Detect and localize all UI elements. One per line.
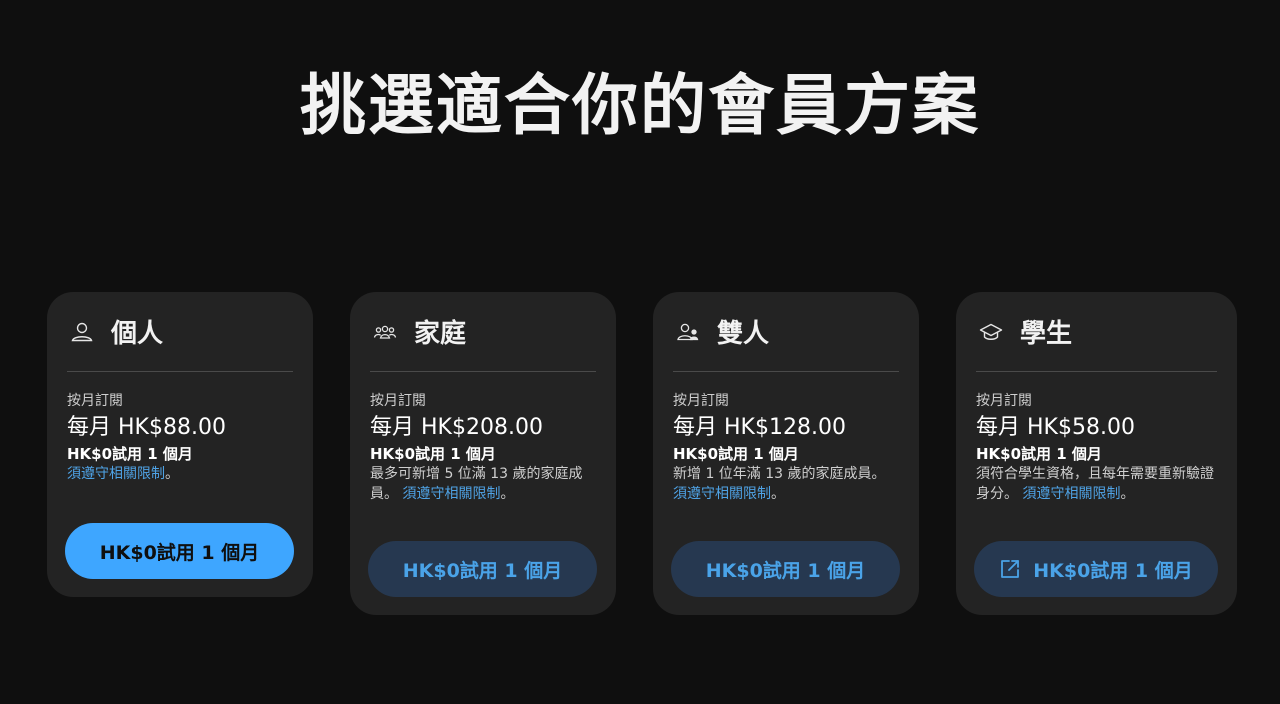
plan-description: 須遵守相關限制。 bbox=[67, 466, 179, 482]
plan-selection-page: 挑選適合你的會員方案 個人 按月訂閱 每月 HK$88.00 HK$0試用 1 … bbox=[0, 0, 1280, 704]
plan-card-individual: 個人 按月訂閱 每月 HK$88.00 HK$0試用 1 個月 須遵守相關限制。… bbox=[47, 292, 313, 597]
trial-button-family[interactable]: HK$0試用 1 個月 bbox=[368, 541, 597, 597]
plan-price: 每月 HK$58.00 bbox=[976, 415, 1135, 440]
family-icon bbox=[372, 319, 398, 345]
plan-details: 按月訂閱 每月 HK$58.00 HK$0試用 1 個月 須符合學生資格，且每年… bbox=[974, 372, 1219, 504]
plan-header: 學生 bbox=[976, 292, 1217, 372]
trial-offer: HK$0試用 1 個月 bbox=[673, 445, 799, 463]
duo-icon bbox=[675, 319, 701, 345]
plan-card-duo: 雙人 按月訂閱 每月 HK$128.00 HK$0試用 1 個月 新增 1 位年… bbox=[653, 292, 919, 615]
plan-description: 新增 1 位年滿 13 歲的家庭成員。 須遵守相關限制。 bbox=[673, 466, 886, 502]
trial-offer: HK$0試用 1 個月 bbox=[370, 445, 496, 463]
billing-period: 按月訂閱 bbox=[370, 393, 426, 409]
billing-period: 按月訂閱 bbox=[67, 393, 123, 409]
plan-details: 按月訂閱 每月 HK$128.00 HK$0試用 1 個月 新增 1 位年滿 1… bbox=[671, 372, 901, 504]
billing-period: 按月訂閱 bbox=[673, 393, 729, 409]
trial-offer: HK$0試用 1 個月 bbox=[976, 445, 1102, 463]
terms-link[interactable]: 須遵守相關限制 bbox=[402, 486, 500, 502]
plan-description: 須符合學生資格，且每年需要重新驗證身分。 須遵守相關限制。 bbox=[976, 466, 1214, 502]
plan-details: 按月訂閱 每月 HK$208.00 HK$0試用 1 個月 最多可新增 5 位滿… bbox=[368, 372, 598, 504]
terms-link[interactable]: 須遵守相關限制 bbox=[67, 466, 165, 482]
plan-header: 家庭 bbox=[370, 292, 596, 372]
plan-name: 學生 bbox=[1020, 319, 1073, 349]
plan-header: 個人 bbox=[67, 292, 293, 372]
plan-price: 每月 HK$208.00 bbox=[370, 415, 543, 440]
external-link-icon bbox=[999, 558, 1021, 580]
plan-details: 按月訂閱 每月 HK$88.00 HK$0試用 1 個月 須遵守相關限制。 bbox=[65, 372, 295, 484]
plan-price: 每月 HK$128.00 bbox=[673, 415, 846, 440]
page-title: 挑選適合你的會員方案 bbox=[300, 67, 980, 144]
trial-button-label: HK$0試用 1 個月 bbox=[1033, 559, 1193, 582]
trial-button-student[interactable]: HK$0試用 1 個月 bbox=[974, 541, 1218, 597]
plan-description: 最多可新增 5 位滿 13 歲的家庭成員。 須遵守相關限制。 bbox=[370, 466, 583, 502]
plan-name: 家庭 bbox=[414, 319, 467, 349]
plan-price: 每月 HK$88.00 bbox=[67, 415, 226, 440]
trial-button-individual[interactable]: HK$0試用 1 個月 bbox=[65, 523, 294, 579]
plan-name: 個人 bbox=[111, 319, 164, 349]
graduation-cap-icon bbox=[978, 319, 1004, 345]
plan-header: 雙人 bbox=[673, 292, 899, 372]
plan-card-student: 學生 按月訂閱 每月 HK$58.00 HK$0試用 1 個月 須符合學生資格，… bbox=[956, 292, 1237, 615]
trial-button-duo[interactable]: HK$0試用 1 個月 bbox=[671, 541, 900, 597]
billing-period: 按月訂閱 bbox=[976, 393, 1032, 409]
plan-name: 雙人 bbox=[717, 319, 770, 349]
person-icon bbox=[69, 319, 95, 345]
terms-link[interactable]: 須遵守相關限制 bbox=[673, 486, 771, 502]
trial-offer: HK$0試用 1 個月 bbox=[67, 445, 193, 463]
terms-link[interactable]: 須遵守相關限制 bbox=[1022, 486, 1120, 502]
plan-card-family: 家庭 按月訂閱 每月 HK$208.00 HK$0試用 1 個月 最多可新增 5… bbox=[350, 292, 616, 615]
